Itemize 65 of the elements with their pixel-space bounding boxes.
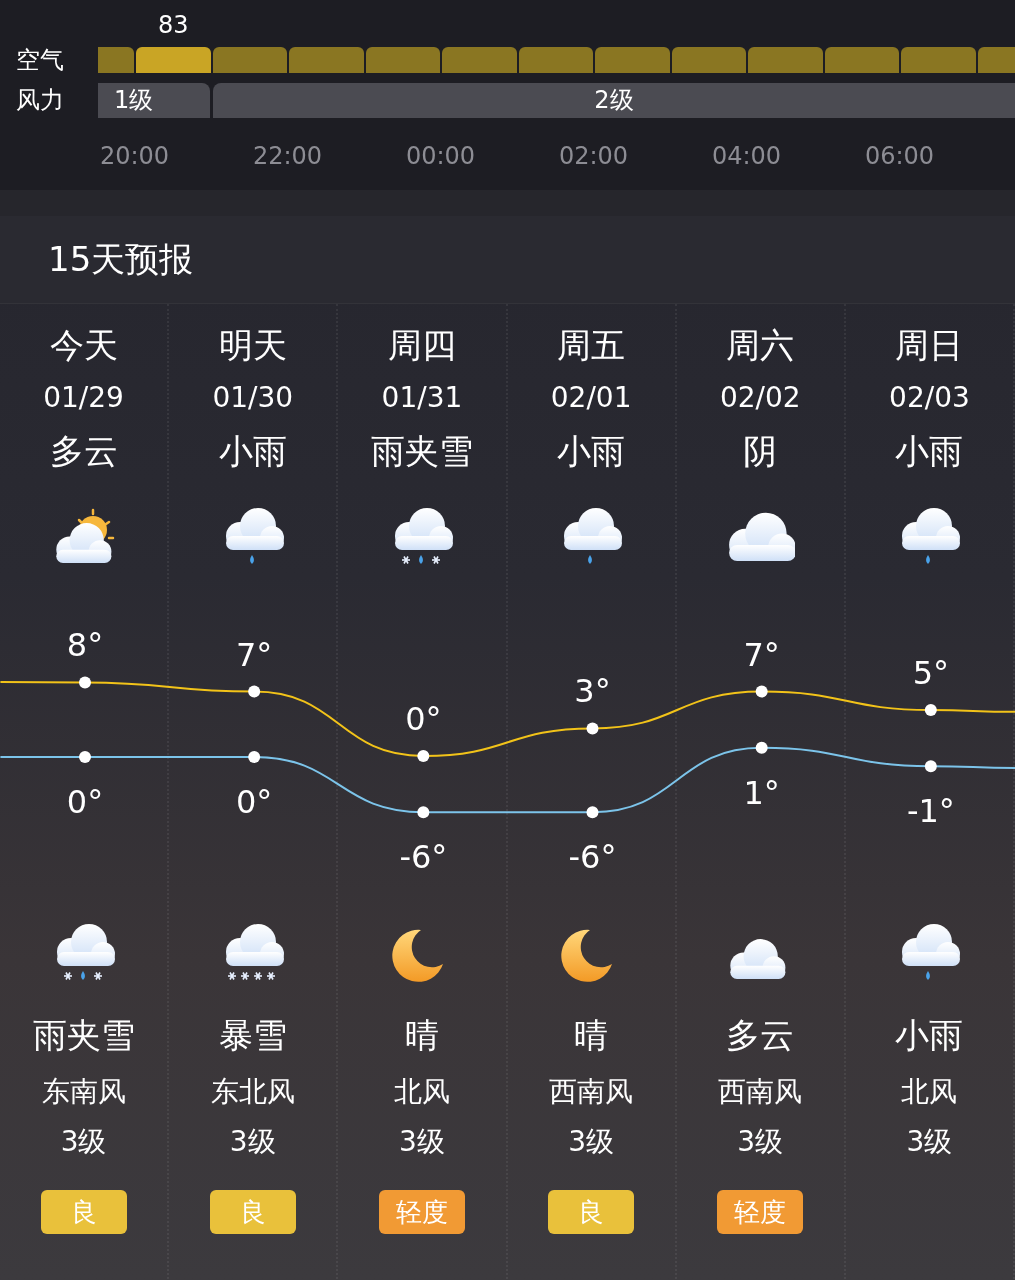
air-quality-badge: 轻度 xyxy=(378,1190,465,1234)
wind-direction: 东北风 xyxy=(210,1078,295,1106)
weather-condition: 小雨 xyxy=(895,434,964,468)
weather-condition: 小雨 xyxy=(218,434,287,468)
temperature-label: 0° xyxy=(235,783,272,821)
weather-condition: 晴 xyxy=(404,1018,439,1052)
air-quality-badge: 轻度 xyxy=(717,1190,804,1234)
temperature-label: 3° xyxy=(573,672,611,711)
temperature-label: -1° xyxy=(906,792,955,831)
day-name: 周六 xyxy=(726,328,795,362)
wind-level-bar: 1级 xyxy=(98,82,210,118)
temperature-label: 1° xyxy=(743,773,780,812)
wind-direction: 东南风 xyxy=(41,1078,126,1106)
temperature-label: 7° xyxy=(235,635,272,674)
wind-level: 3级 xyxy=(906,1128,953,1156)
temperature-label: 0° xyxy=(66,783,103,821)
air-quality-badge: 良 xyxy=(209,1190,296,1234)
air-quality-badge: 良 xyxy=(40,1190,127,1234)
air-quality-badge: 良 xyxy=(548,1190,635,1234)
day-name: 周日 xyxy=(895,328,964,362)
wind-level: 3级 xyxy=(60,1128,107,1156)
weather-condition: 暴雪 xyxy=(218,1018,287,1052)
wind-level: 3级 xyxy=(737,1128,784,1156)
time-label: 06:00 xyxy=(863,141,936,172)
time-label: 22:00 xyxy=(251,141,324,172)
wind-direction: 北风 xyxy=(901,1078,958,1106)
weather-condition: 小雨 xyxy=(895,1018,964,1052)
wind-direction: 西南风 xyxy=(549,1078,634,1106)
day-name: 明天 xyxy=(218,328,287,362)
weather-condition: 雨夹雪 xyxy=(32,1018,135,1052)
date-label: 02/01 xyxy=(550,384,632,412)
temperature-label: -6° xyxy=(568,838,616,877)
wind-direction: 北风 xyxy=(393,1078,450,1106)
weather-condition: 多云 xyxy=(49,434,118,468)
date-label: 02/03 xyxy=(889,384,970,412)
time-label: 02:00 xyxy=(557,141,630,172)
weather-condition: 阴 xyxy=(743,434,778,468)
temperature-label: 5° xyxy=(912,654,949,692)
day-name: 今天 xyxy=(49,328,118,362)
weather-condition: 晴 xyxy=(574,1018,609,1052)
date-label: 02/02 xyxy=(719,384,801,412)
date-label: 01/30 xyxy=(212,384,294,412)
time-label: 00:00 xyxy=(404,141,477,172)
day-name: 周四 xyxy=(387,328,456,362)
time-label: 20:00 xyxy=(98,141,171,172)
temperature-label: 7° xyxy=(743,635,780,674)
weather-condition: 雨夹雪 xyxy=(370,434,473,468)
date-label: 01/29 xyxy=(43,384,124,412)
wind-level: 3级 xyxy=(229,1128,276,1156)
date-label: 01/31 xyxy=(381,384,463,412)
section-title: 15天预报 xyxy=(48,238,194,281)
temperature-label: 8° xyxy=(66,626,103,665)
time-label: 04:00 xyxy=(710,141,783,172)
day-name: 周五 xyxy=(557,328,626,362)
wind-level: 3级 xyxy=(568,1128,614,1156)
weather-condition: 多云 xyxy=(726,1018,795,1052)
air-quality-value: 83 xyxy=(156,10,190,41)
row-label: 风力 xyxy=(15,85,65,116)
temperature-label: -6° xyxy=(398,838,447,877)
wind-level-bar: 2级 xyxy=(213,82,1015,118)
wind-direction: 西南风 xyxy=(718,1078,803,1106)
temperature-label: 0° xyxy=(404,700,442,738)
weather-condition: 小雨 xyxy=(557,434,626,468)
wind-level: 3级 xyxy=(399,1128,445,1156)
row-label: 空气 xyxy=(15,45,65,76)
